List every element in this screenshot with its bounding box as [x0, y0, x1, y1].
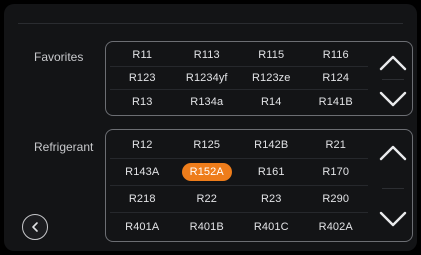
refrigerant-scroll-divider [382, 188, 404, 189]
refrigerant-item[interactable]: R142B [239, 132, 304, 159]
refrigerant-item-label: R143A [125, 166, 160, 178]
favorite-item-label: R134a [190, 95, 224, 108]
favorites-scroll-controls [374, 42, 412, 115]
favorite-item[interactable]: R141B [304, 90, 369, 113]
refrigerant-item-label: R125 [193, 139, 221, 151]
refrigerant-item-label: R161 [257, 166, 285, 178]
chevron-up-icon [379, 55, 407, 71]
favorite-item-label: R14 [261, 95, 282, 108]
refrigerant-item[interactable]: R125 [174, 132, 239, 159]
refrigerant-item[interactable]: R161 [239, 159, 304, 186]
refrigerant-item-label: R12 [132, 139, 153, 151]
favorite-item-label: R113 [193, 49, 220, 61]
refrigerant-item-label: R23 [261, 193, 282, 205]
refrigerant-item-label: R142B [254, 139, 289, 151]
refrigerant-item-label: R401C [253, 220, 289, 233]
chevron-down-icon [379, 211, 407, 227]
back-button[interactable] [22, 214, 48, 240]
refrigerant-scroll-down-button[interactable] [378, 208, 408, 230]
refrigerant-item[interactable]: R22 [174, 186, 239, 213]
favorite-item-label: R11 [132, 49, 153, 61]
favorite-item-label: R123 [128, 72, 156, 84]
chevron-up-icon [379, 145, 407, 161]
favorites-scroll-divider [382, 79, 404, 80]
refrigerant-item-label: R401A [125, 220, 160, 233]
favorite-item[interactable]: R115 [239, 44, 304, 67]
refrigerant-item[interactable]: R170 [303, 159, 368, 186]
refrigerant-grid: R12 R125 R142B R21 R143A R152A R161 R170 R218 R22… [110, 132, 368, 240]
favorite-item[interactable]: R11 [110, 44, 175, 67]
refrigerant-item-label: R22 [196, 193, 217, 205]
favorite-item-label: R13 [132, 95, 153, 108]
refrigerant-item-label: R218 [128, 193, 156, 205]
favorite-item-label: R116 [322, 49, 349, 61]
favorites-label: Favorites [34, 50, 84, 64]
refrigerant-item-label: R402A [318, 220, 353, 233]
refrigerant-item[interactable]: R401A [110, 213, 175, 240]
favorite-item[interactable]: R113 [174, 44, 239, 67]
refrigerant-label: Refrigerant [34, 140, 94, 154]
favorite-item[interactable]: R1234yf [174, 67, 239, 90]
favorite-item[interactable]: R116 [303, 44, 368, 67]
favorite-item-label: R1234yf [185, 72, 228, 84]
refrigerant-item-label: R401B [189, 220, 224, 233]
chevron-left-icon [32, 222, 38, 232]
favorite-item[interactable]: R14 [239, 90, 304, 113]
favorites-scroll-down-button[interactable] [378, 88, 408, 110]
favorite-item[interactable]: R134a [175, 90, 240, 113]
refrigerant-item[interactable]: R23 [239, 186, 304, 213]
refrigerant-panel: R12 R125 R142B R21 R143A R152A R161 R170 R218 R22… [105, 129, 413, 242]
chevron-down-icon [379, 91, 407, 107]
refrigerant-item-label: R170 [322, 166, 350, 178]
favorites-scroll-up-button[interactable] [378, 52, 408, 74]
favorite-item[interactable]: R123 [110, 67, 175, 90]
refrigerant-item[interactable]: R12 [110, 132, 175, 159]
refrigerant-item-selected[interactable]: R152A [174, 159, 239, 186]
refrigerant-item-label: R290 [322, 193, 350, 205]
favorite-item-label: R124 [322, 72, 350, 84]
refrigerant-item[interactable]: R401C [239, 213, 304, 240]
screen: Favorites R11 R113 R115 R116 R123 R1234yf R123… [4, 4, 417, 251]
refrigerant-item[interactable]: R401B [175, 213, 240, 240]
refrigerant-item[interactable]: R290 [303, 186, 368, 213]
refrigerant-item[interactable]: R218 [110, 186, 175, 213]
favorite-item[interactable]: R123ze [239, 67, 304, 90]
favorite-item-label: R115 [258, 49, 285, 61]
favorites-grid: R11 R113 R115 R116 R123 R1234yf R123ze R124 R13 R… [110, 44, 368, 113]
top-divider [18, 23, 403, 24]
favorites-panel: R11 R113 R115 R116 R123 R1234yf R123ze R124 R13 R… [105, 41, 413, 116]
refrigerant-item[interactable]: R21 [303, 132, 368, 159]
favorite-item[interactable]: R124 [303, 67, 368, 90]
refrigerant-item[interactable]: R143A [110, 159, 175, 186]
refrigerant-item-label: R152A [181, 163, 232, 181]
favorite-item-label: R123ze [251, 72, 291, 84]
refrigerant-scroll-up-button[interactable] [378, 142, 408, 164]
favorite-item-label: R141B [318, 95, 353, 108]
refrigerant-scroll-controls [374, 130, 412, 241]
refrigerant-item-label: R21 [325, 139, 346, 151]
favorite-item[interactable]: R13 [110, 90, 175, 113]
refrigerant-item[interactable]: R402A [304, 213, 369, 240]
